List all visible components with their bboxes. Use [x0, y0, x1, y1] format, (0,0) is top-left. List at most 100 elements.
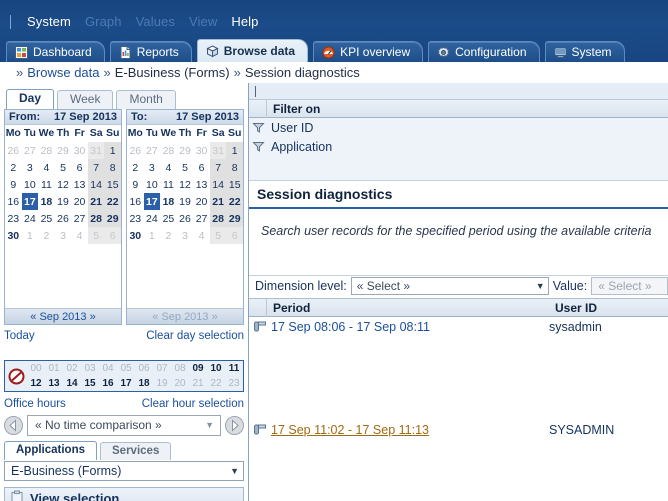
- hour-cell[interactable]: 19: [153, 376, 171, 391]
- calendar-day[interactable]: 24: [144, 210, 161, 227]
- dimension-level-select[interactable]: « Select » ▼: [350, 277, 549, 295]
- calendar-day-selected[interactable]: 17: [143, 193, 161, 210]
- cell-period[interactable]: 17 Sep 08:06 - 17 Sep 08:11: [271, 320, 549, 334]
- hour-cell[interactable]: 04: [99, 361, 117, 376]
- period-link[interactable]: 17 Sep 11:02 - 17 Sep 11:13: [271, 423, 429, 437]
- calendar-day[interactable]: 7: [87, 159, 105, 176]
- tab-month[interactable]: Month: [116, 90, 176, 109]
- clear-day-selection-link[interactable]: Clear day selection: [146, 330, 244, 342]
- calendar-day[interactable]: 26: [55, 210, 72, 227]
- calendar-day[interactable]: 20: [71, 193, 88, 210]
- cell-period[interactable]: 17 Sep 11:02 - 17 Sep 11:13: [271, 423, 549, 437]
- tab-week[interactable]: Week: [57, 90, 114, 109]
- tab-reports[interactable]: Reports: [109, 41, 192, 62]
- tab-configuration[interactable]: Configuration: [428, 41, 540, 62]
- no-entry-icon[interactable]: [5, 368, 27, 385]
- calendar-day[interactable]: 25: [160, 210, 177, 227]
- calendar-day[interactable]: 6: [71, 159, 88, 176]
- hour-cell[interactable]: 12: [27, 376, 45, 391]
- hour-cell[interactable]: 21: [189, 376, 207, 391]
- calendar-day[interactable]: 29: [226, 210, 243, 227]
- calendar-day[interactable]: 28: [209, 210, 227, 227]
- calendar-from-nav[interactable]: « Sep 2013 »: [5, 308, 121, 324]
- calendar-day[interactable]: 12: [177, 176, 194, 193]
- calendar-day[interactable]: 1: [226, 142, 243, 159]
- calendar-day[interactable]: 30: [127, 227, 144, 244]
- calendar-day[interactable]: 13: [193, 176, 210, 193]
- panel-item-view-selection[interactable]: View selection: [4, 487, 244, 501]
- hour-cell[interactable]: 10: [207, 361, 225, 376]
- table-row[interactable]: 17 Sep 08:06 - 17 Sep 08:11 sysadmin: [249, 317, 668, 337]
- hour-selector[interactable]: 00 01 02 03 04 05 06 07 08 09 10 11 12 13 14 15 16 17 18 19…: [4, 360, 244, 392]
- calendar-day[interactable]: 18: [38, 193, 55, 210]
- hour-cell[interactable]: 23: [225, 376, 243, 391]
- hour-cell[interactable]: 16: [99, 376, 117, 391]
- calendar-day[interactable]: 3: [144, 159, 161, 176]
- table-row[interactable]: 17 Sep 11:02 - 17 Sep 11:13 SYSADMIN: [249, 420, 668, 440]
- column-header-period[interactable]: Period: [267, 301, 549, 315]
- calendar-day[interactable]: 15: [104, 176, 121, 193]
- calendar-day[interactable]: 5: [177, 159, 194, 176]
- calendar-day[interactable]: 5: [55, 159, 72, 176]
- tab-day[interactable]: Day: [6, 89, 55, 109]
- calendar-day[interactable]: 22: [226, 193, 243, 210]
- tab-system[interactable]: System: [544, 41, 625, 62]
- calendar-day[interactable]: 3: [22, 159, 39, 176]
- calendar-day[interactable]: 11: [160, 176, 177, 193]
- calendar-day[interactable]: 6: [193, 159, 210, 176]
- calendar-day[interactable]: 19: [177, 193, 194, 210]
- office-hours-link[interactable]: Office hours: [4, 398, 66, 410]
- hour-cell[interactable]: 01: [45, 361, 63, 376]
- calendar-day[interactable]: 16: [127, 193, 144, 210]
- breadcrumb-item-browse-data[interactable]: Browse data: [27, 65, 99, 80]
- time-comparison-select[interactable]: « No time comparison » ▼: [27, 414, 221, 436]
- calendar-day[interactable]: 1: [104, 142, 121, 159]
- clear-hour-selection-link[interactable]: Clear hour selection: [142, 398, 244, 410]
- tab-dashboard[interactable]: Dashboard: [6, 41, 105, 62]
- calendar-to-nav[interactable]: « Sep 2013 »: [127, 308, 243, 324]
- calendar-day[interactable]: 2: [5, 159, 22, 176]
- calendar-day[interactable]: 28: [87, 210, 105, 227]
- hour-cell[interactable]: 20: [171, 376, 189, 391]
- calendar-day[interactable]: 26: [177, 210, 194, 227]
- hour-cell[interactable]: 06: [135, 361, 153, 376]
- calendar-day[interactable]: 23: [5, 210, 22, 227]
- calendar-day[interactable]: 4: [38, 159, 55, 176]
- calendar-day[interactable]: 4: [160, 159, 177, 176]
- hour-cell[interactable]: 15: [81, 376, 99, 391]
- hour-cell[interactable]: 08: [171, 361, 189, 376]
- calendar-day[interactable]: 7: [209, 159, 227, 176]
- hour-cell[interactable]: 17: [117, 376, 135, 391]
- hour-cell[interactable]: 05: [117, 361, 135, 376]
- hour-cell[interactable]: 07: [153, 361, 171, 376]
- calendar-day[interactable]: 27: [193, 210, 210, 227]
- calendar-day[interactable]: 12: [55, 176, 72, 193]
- calendar-day[interactable]: 8: [226, 159, 243, 176]
- tab-services[interactable]: Services: [100, 442, 172, 460]
- filter-row-application[interactable]: Application: [249, 137, 668, 156]
- calendar-day[interactable]: 25: [38, 210, 55, 227]
- calendar-day[interactable]: 20: [193, 193, 210, 210]
- today-link[interactable]: Today: [4, 330, 35, 342]
- calendar-day[interactable]: 18: [160, 193, 177, 210]
- application-select[interactable]: E-Business (Forms) ▼: [4, 461, 244, 481]
- calendar-day[interactable]: 27: [71, 210, 88, 227]
- calendar-day[interactable]: 30: [5, 227, 22, 244]
- hour-cell[interactable]: 02: [63, 361, 81, 376]
- hour-cell[interactable]: 03: [81, 361, 99, 376]
- tab-applications[interactable]: Applications: [4, 441, 98, 460]
- calendar-day[interactable]: 10: [144, 176, 161, 193]
- calendar-day[interactable]: 2: [127, 159, 144, 176]
- calendar-day-selected[interactable]: 17: [21, 193, 39, 210]
- tab-browse-data[interactable]: Browse data: [196, 39, 309, 62]
- filter-row-user-id[interactable]: User ID: [249, 118, 668, 137]
- calendar-day[interactable]: 11: [38, 176, 55, 193]
- calendar-day[interactable]: 14: [87, 176, 105, 193]
- calendar-day[interactable]: 24: [22, 210, 39, 227]
- menu-item-help[interactable]: Help: [224, 14, 265, 30]
- calendar-day[interactable]: 21: [209, 193, 227, 210]
- calendar-day[interactable]: 15: [226, 176, 243, 193]
- calendar-day[interactable]: 14: [209, 176, 227, 193]
- calendar-day[interactable]: 9: [5, 176, 22, 193]
- calendar-day[interactable]: 23: [127, 210, 144, 227]
